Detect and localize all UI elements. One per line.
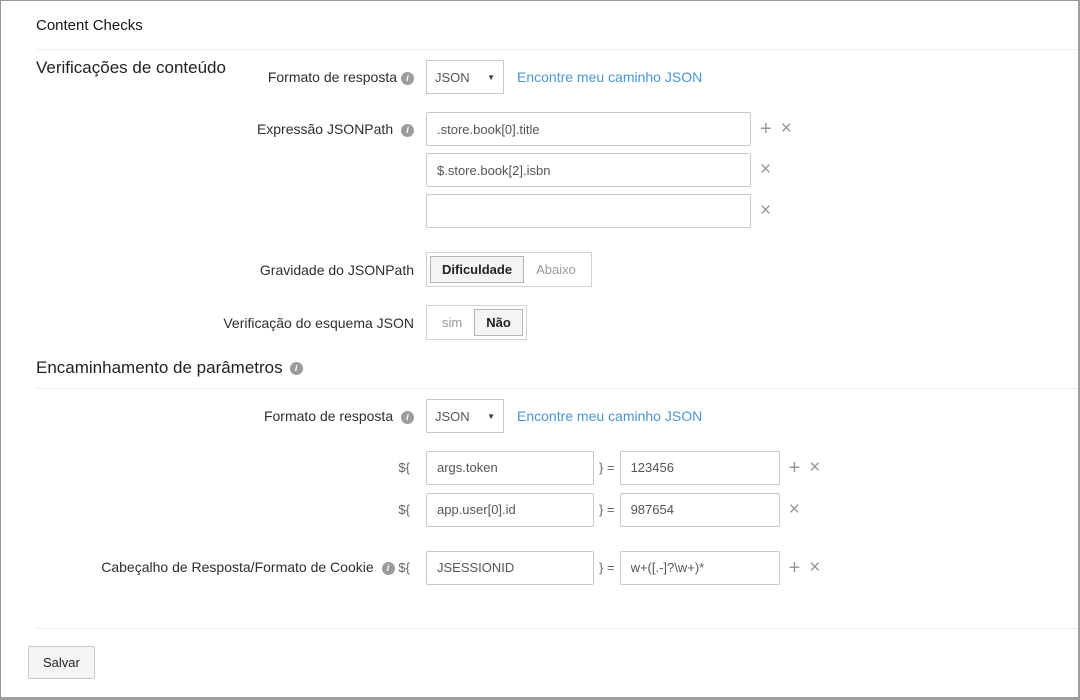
jsonpath-input-2[interactable] (426, 153, 751, 187)
json-schema-check-label: Verificação do esquema JSON (36, 306, 426, 340)
content-area: Content Checks Verificações de conteúdo … (1, 1, 1078, 585)
info-icon[interactable]: i (382, 562, 395, 575)
param-key-input-2[interactable] (426, 493, 594, 527)
cookie-key-input[interactable] (426, 551, 594, 585)
json-schema-check-toggle: sim Não (426, 305, 527, 340)
cookie-value-input[interactable] (620, 551, 780, 585)
schema-option-sim[interactable]: sim (430, 309, 474, 336)
remove-row-icon[interactable]: × (789, 493, 800, 527)
section2-heading: Encaminhamento de parâmetros (36, 358, 283, 378)
footer: Salvar (1, 629, 1078, 679)
response-format-label-2: Formato de resposta i (36, 399, 426, 433)
jsonpath-severity-label: Gravidade do JSONPath (36, 253, 426, 287)
add-row-icon[interactable]: + (789, 451, 801, 485)
section-content-checks: Verificações de conteúdo Formato de resp… (36, 50, 1078, 340)
severity-option-dificuldade[interactable]: Dificuldade (430, 256, 524, 283)
jsonpath-severity-toggle: Dificuldade Abaixo (426, 252, 592, 287)
jsonpath-row: × (426, 153, 792, 187)
jsonpath-inputs: + × × × (426, 112, 792, 235)
remove-row-icon[interactable]: × (781, 112, 792, 146)
page-title: Content Checks (36, 17, 1078, 35)
remove-row-icon[interactable]: × (760, 153, 771, 187)
json-schema-check-row: Verificação do esquema JSON sim Não (36, 305, 1078, 340)
cookie-format-label: Cabeçalho de Resposta/Formato de Cookie … (36, 550, 426, 585)
response-format-row-2: Formato de resposta i JSON ▼ Encontre me… (36, 399, 1078, 433)
info-icon[interactable]: i (401, 411, 414, 424)
jsonpath-row: + × (426, 112, 792, 146)
find-json-path-link-1[interactable]: Encontre meu caminho JSON (517, 69, 702, 85)
chevron-down-icon: ▼ (487, 412, 495, 421)
jsonpath-expression-label: Expressão JSONPath i (36, 112, 426, 146)
param-row-2: ${ } = × (36, 492, 1078, 527)
response-format-value-2: JSON (435, 409, 470, 424)
jsonpath-expression-group: Expressão JSONPath i + × × × (36, 112, 1078, 235)
response-format-select-2[interactable]: JSON ▼ (426, 399, 504, 433)
chevron-down-icon: ▼ (487, 73, 495, 82)
severity-option-abaixo[interactable]: Abaixo (524, 256, 588, 283)
jsonpath-row: × (426, 194, 792, 228)
remove-row-icon[interactable]: × (760, 194, 771, 228)
remove-row-icon[interactable]: × (809, 451, 820, 485)
add-row-icon[interactable]: + (789, 551, 801, 585)
param-row-1: ${ } = + × (36, 450, 1078, 485)
param-row-spacer: ${ (36, 450, 426, 485)
schema-option-nao[interactable]: Não (474, 309, 523, 336)
param-row-spacer: ${ (36, 492, 426, 527)
app-window: Content Checks Verificações de conteúdo … (0, 0, 1080, 700)
section2-divider (36, 388, 1078, 389)
response-format-value: JSON (435, 70, 470, 85)
info-icon[interactable]: i (290, 362, 303, 375)
remove-row-icon[interactable]: × (809, 551, 820, 585)
find-json-path-link-2[interactable]: Encontre meu caminho JSON (517, 408, 702, 424)
jsonpath-severity-row: Gravidade do JSONPath Dificuldade Abaixo (36, 252, 1078, 287)
info-icon[interactable]: i (401, 72, 414, 85)
param-key-input-1[interactable] (426, 451, 594, 485)
add-row-icon[interactable]: + (760, 112, 772, 146)
param-value-input-2[interactable] (620, 493, 780, 527)
jsonpath-input-3[interactable] (426, 194, 751, 228)
jsonpath-input-1[interactable] (426, 112, 751, 146)
cookie-format-row: Cabeçalho de Resposta/Formato de Cookie … (36, 550, 1078, 585)
section1-heading: Verificações de conteúdo (36, 58, 226, 78)
section2-heading-row: Encaminhamento de parâmetros i (36, 358, 1078, 378)
response-format-select-1[interactable]: JSON ▼ (426, 60, 504, 94)
info-icon[interactable]: i (401, 124, 414, 137)
save-button[interactable]: Salvar (28, 646, 95, 679)
section-parameter-forwarding: Encaminhamento de parâmetros i Formato d… (36, 358, 1078, 585)
param-value-input-1[interactable] (620, 451, 780, 485)
